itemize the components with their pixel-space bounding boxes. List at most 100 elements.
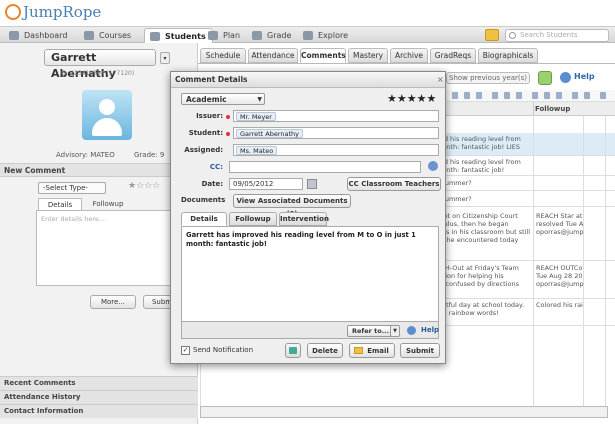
submit-button[interactable]: Submit [400, 343, 440, 358]
delete-button[interactable]: Delete [307, 343, 343, 358]
nav-tab-courses[interactable]: Courses [79, 28, 137, 43]
comment-type-select[interactable]: -Select Type- [38, 182, 106, 194]
contact-information-section[interactable]: Contact Information [0, 404, 198, 418]
assigned-field[interactable]: Ms. Mateo [233, 144, 439, 156]
search-students-input[interactable]: Search Students [505, 29, 609, 42]
toolbar-icon[interactable] [504, 92, 510, 99]
student-name-selector[interactable]: Garrett Abernathy [44, 49, 156, 80]
nav-tab-grade[interactable]: Grade [247, 28, 297, 43]
issuer-label: Issuer: [196, 112, 223, 120]
comment-details-textarea[interactable]: Garrett has improved his reading level f… [181, 226, 439, 322]
grid-line [533, 116, 534, 406]
tag-icon[interactable] [285, 343, 301, 358]
row-divider [434, 190, 615, 191]
comment-rating-stars[interactable]: ★★★★★ [387, 92, 436, 105]
tab-gradreqs[interactable]: GradReqs [430, 48, 476, 63]
avatar-head [99, 99, 115, 115]
new-comment-tab-details[interactable]: Details [38, 198, 82, 210]
recent-comments-section[interactable]: Recent Comments [0, 376, 198, 390]
comment-row-text[interactable]: spot on Citizenship Court Paulus, then h… [436, 212, 530, 244]
tab-mastery[interactable]: Mastery [348, 48, 388, 63]
dialog-tab-details[interactable]: Details [181, 212, 227, 226]
calendar-icon[interactable] [307, 179, 317, 189]
toolbar-icon[interactable] [464, 92, 470, 99]
toolbar-icon[interactable] [452, 92, 458, 99]
student-label: Student: [188, 129, 223, 137]
toolbar-icon[interactable] [584, 92, 590, 99]
student-field[interactable]: Garrett Abernathy [233, 127, 439, 139]
tab-schedule[interactable]: Schedule [200, 48, 246, 63]
email-button[interactable]: Email [349, 343, 395, 358]
cc-field[interactable] [229, 161, 421, 173]
help-link[interactable]: Help [574, 72, 595, 81]
messages-icon[interactable] [485, 29, 499, 41]
student-id: ID: 223419594 (177120) [60, 70, 135, 77]
row-divider [434, 206, 615, 207]
add-comment-icon[interactable] [538, 71, 552, 85]
nav-tab-dashboard[interactable]: Dashboard [4, 28, 73, 43]
nav-tab-explore[interactable]: Explore [298, 28, 354, 43]
courses-icon [84, 31, 94, 40]
comment-row-text[interactable]: ACH-Out at Friday's Team ration for help… [436, 264, 519, 288]
new-comment-rating[interactable]: ★☆☆☆ [128, 181, 160, 191]
tag-icon-glyph [289, 347, 297, 354]
comment-row-followup[interactable]: Colored his rai [536, 301, 583, 309]
close-icon[interactable]: × [437, 75, 444, 84]
toolbar-icon[interactable] [544, 92, 550, 99]
new-comment-tab-followup[interactable]: Followup [86, 198, 130, 210]
issuer-field[interactable]: Mr. Meyer [233, 110, 439, 122]
tab-archive[interactable]: Archive [390, 48, 428, 63]
toolbar-icon[interactable] [492, 92, 498, 99]
nav-tab-plan[interactable]: Plan [203, 28, 246, 43]
toolbar-icon[interactable] [516, 92, 522, 99]
cc-label: CC: [209, 163, 223, 171]
comment-row-followup[interactable]: REACH OUTCo Tue Aug 28 20 oporras@jump [536, 264, 584, 288]
student-chip[interactable]: Garrett Abernathy [236, 129, 304, 138]
dialog-tab-intervention[interactable]: Intervention [279, 212, 329, 226]
comment-row-text[interactable]: ved his reading level from month: fantas… [436, 135, 521, 151]
comment-row-followup[interactable]: REACH Star at resolved Tue A oporras@jum… [536, 212, 584, 236]
comments-toolbar [434, 90, 615, 102]
horizontal-scrollbar[interactable] [200, 406, 608, 418]
followup-column-header: Followup [535, 105, 571, 113]
help-icon[interactable] [560, 72, 571, 83]
student-dropdown-icon[interactable]: ▾ [160, 52, 170, 64]
issuer-chip[interactable]: Mr. Meyer [236, 112, 276, 121]
help-icon[interactable] [407, 326, 416, 335]
cc-info-icon[interactable] [428, 161, 438, 171]
documents-label: Documents [181, 196, 226, 204]
chevron-down-icon[interactable]: ▼ [390, 325, 400, 337]
required-indicator [226, 132, 230, 136]
toolbar-icon[interactable] [532, 92, 538, 99]
column-separator [533, 102, 534, 116]
more-button[interactable]: More... [90, 295, 136, 309]
send-notification-checkbox[interactable]: ✓ [181, 346, 190, 355]
date-input[interactable]: 09/05/2012 [229, 178, 303, 190]
advisory-label: Advisory: MATEO [56, 151, 115, 159]
row-divider [434, 175, 615, 176]
row-divider [434, 325, 615, 326]
send-notification-label: Send Notification [193, 346, 254, 354]
toolbar-icon[interactable] [476, 92, 482, 99]
toolbar-icon[interactable] [572, 92, 578, 99]
toolbar-icon[interactable] [556, 92, 562, 99]
search-icon [509, 32, 516, 39]
attendance-history-section[interactable]: Attendance History [0, 390, 198, 404]
chevron-down-icon: ▼ [257, 96, 262, 103]
comment-details-dialog: Comment Details × Academic ▼ ★★★★★ Issuer… [170, 71, 446, 364]
tab-attendance[interactable]: Attendance [248, 48, 298, 63]
comment-row-text[interactable]: ved his reading level from month: fantas… [436, 158, 521, 174]
toolbar-icon[interactable] [600, 92, 606, 99]
dashboard-icon [9, 31, 19, 40]
dialog-tab-followup[interactable]: Followup [229, 212, 277, 226]
tab-biographicals[interactable]: Biographicals [478, 48, 538, 63]
comment-row-text[interactable]: ightful day at school today. red rainbow… [436, 301, 524, 317]
cc-classroom-teachers-button[interactable]: CC Classroom Teachers [347, 177, 441, 191]
show-previous-years-button[interactable]: Show previous year(s) [446, 72, 530, 84]
assigned-chip[interactable]: Ms. Mateo [236, 146, 278, 155]
avatar-body [92, 118, 122, 136]
tab-comments[interactable]: Comments [300, 48, 346, 63]
dialog-help-link[interactable]: Help [421, 326, 439, 334]
view-associated-documents-button[interactable]: View Associated Documents (0) [233, 194, 351, 218]
category-select[interactable]: Academic ▼ [181, 93, 265, 105]
